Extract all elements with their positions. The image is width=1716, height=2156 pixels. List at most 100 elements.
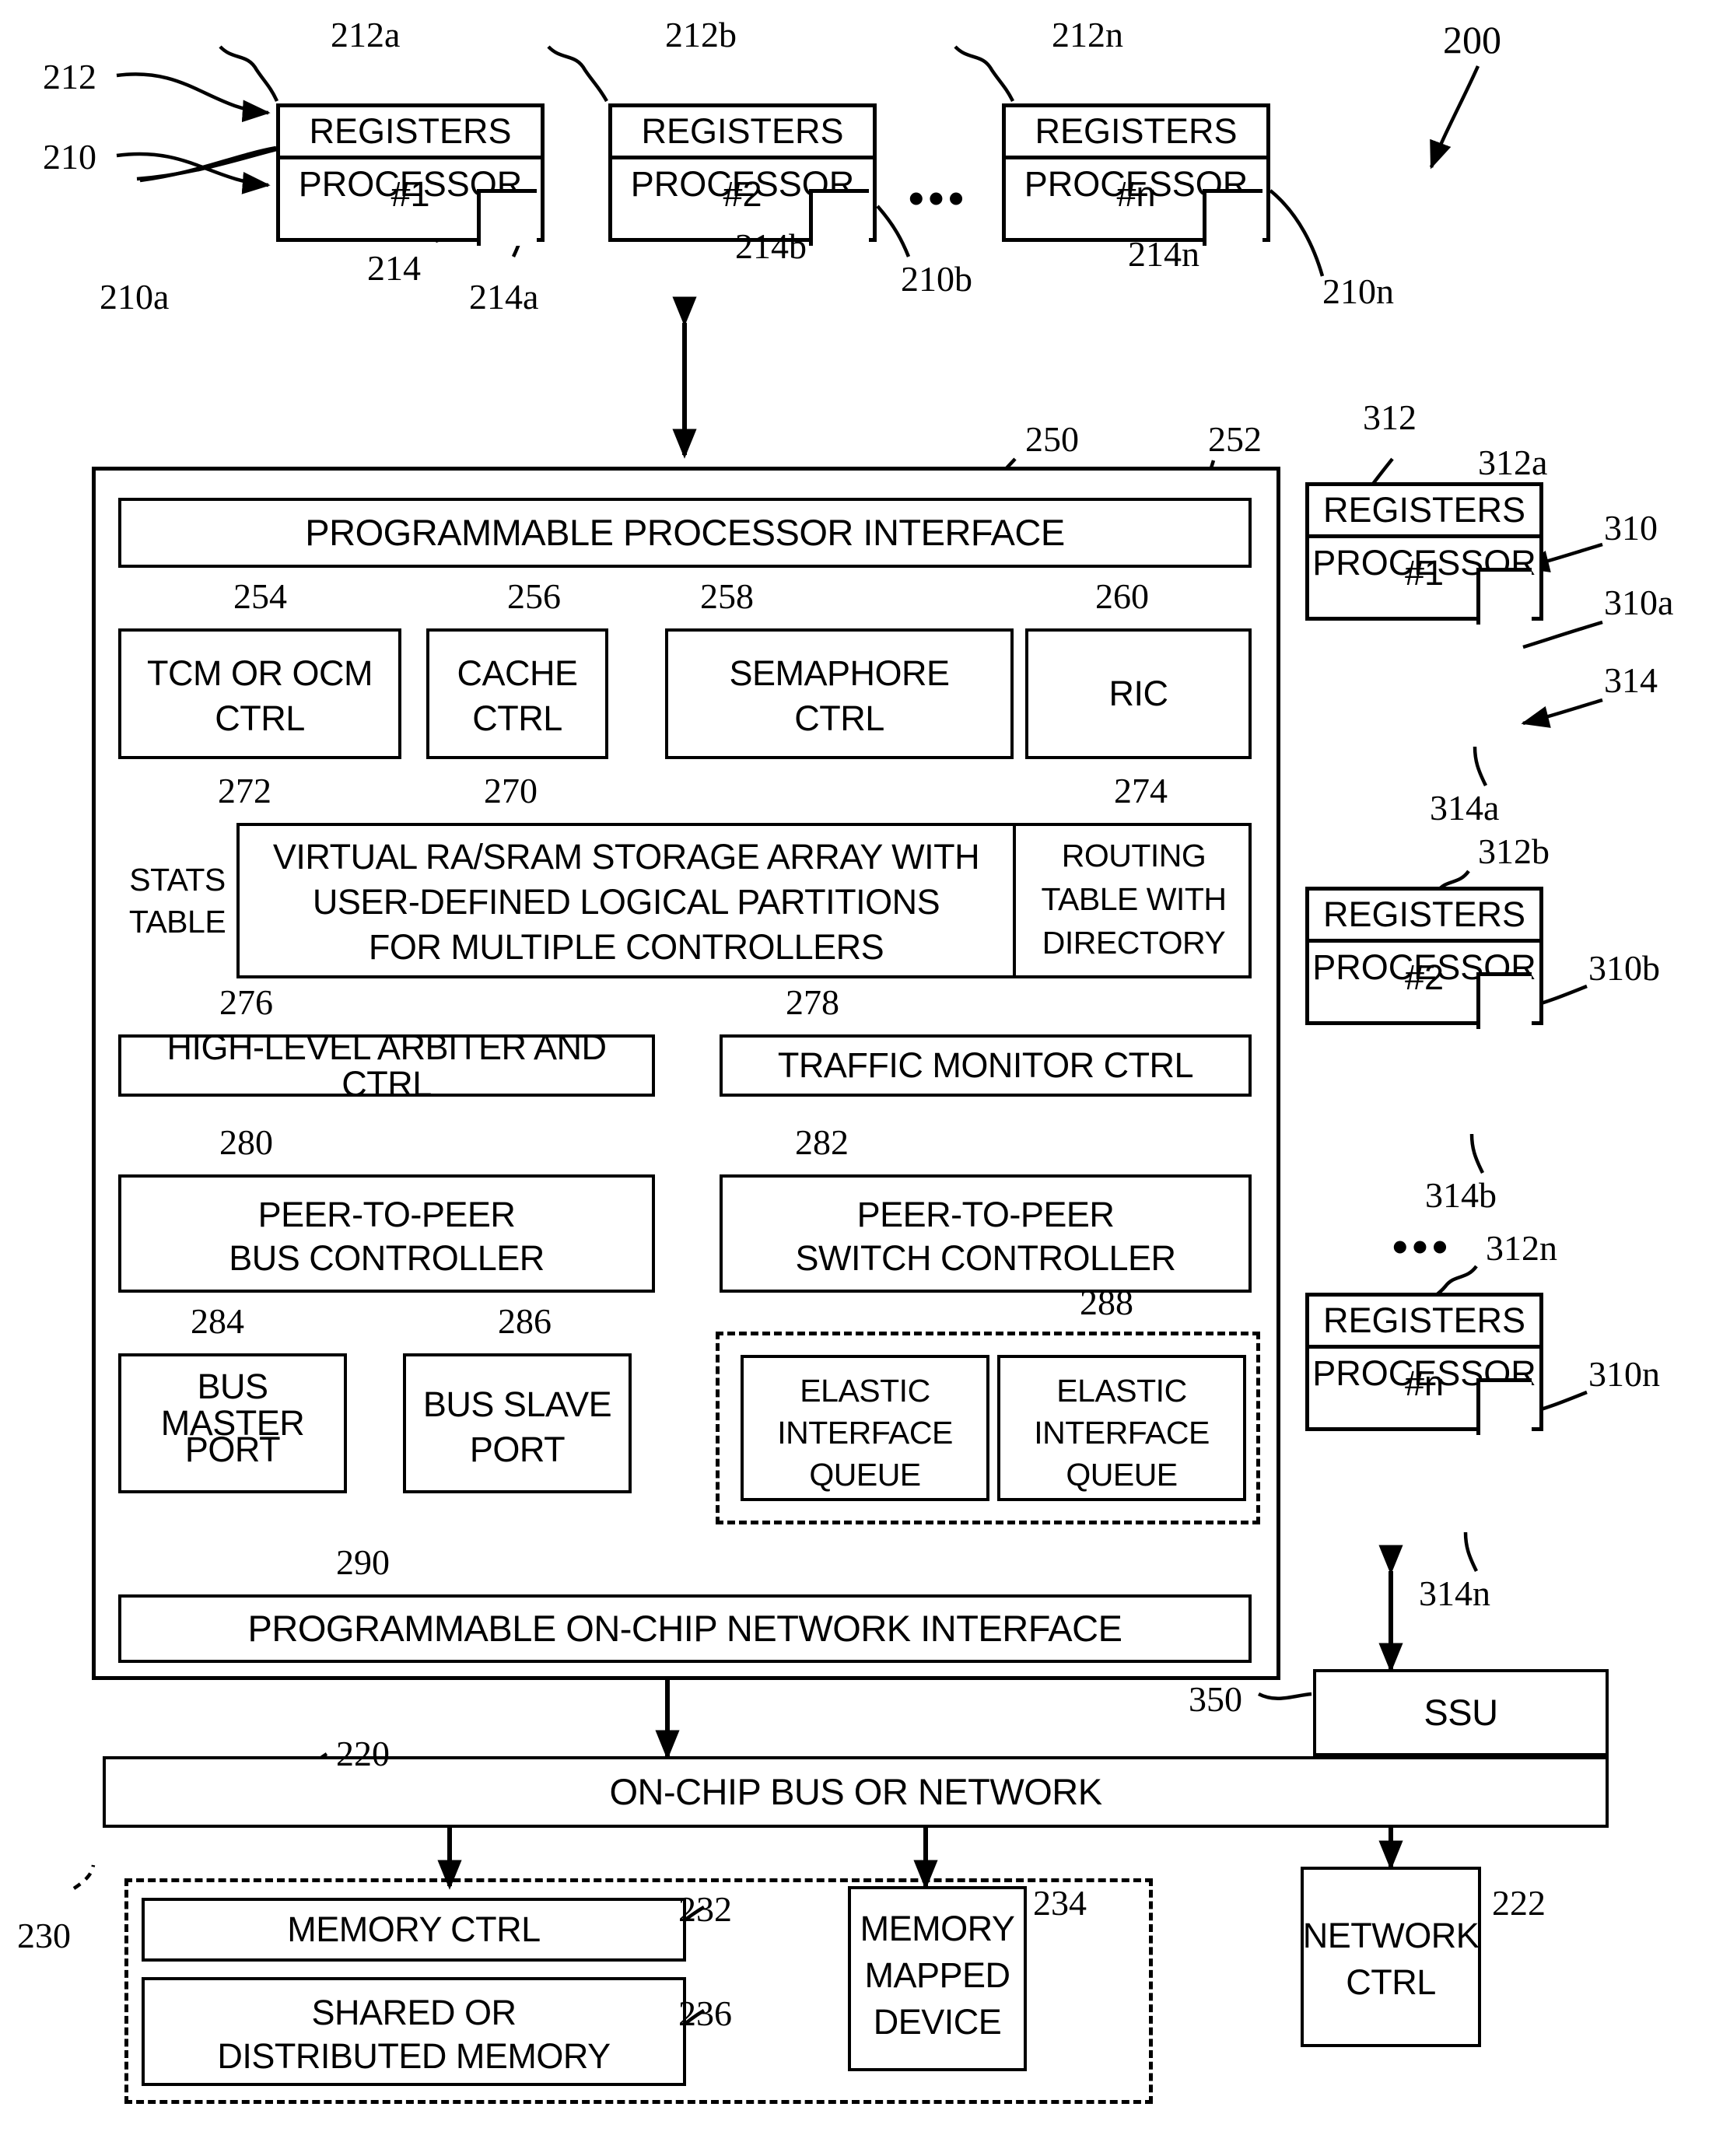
tcm-or-ocm-ctrl[interactable]: TCM OR OCM CTRL: [118, 628, 401, 759]
programmable-on-chip-network-interface-label: PROGRAMMABLE ON-CHIP NETWORK INTERFACE: [247, 1608, 1122, 1650]
ref-314: 314: [1604, 660, 1658, 700]
virtual-storage-array-line1: VIRTUAL RA/SRAM STORAGE ARRAY WITH: [272, 837, 980, 877]
right-processor-2-port[interactable]: [1476, 972, 1532, 1029]
routing-table-with-directory[interactable]: ROUTING TABLE WITH DIRECTORY: [1016, 823, 1252, 978]
registers-label: REGISTERS: [1309, 486, 1539, 538]
registers-label: REGISTERS: [1006, 107, 1266, 159]
peer-to-peer-bus-controller[interactable]: PEER-TO-PEER BUS CONTROLLER: [118, 1174, 655, 1293]
ssu-block[interactable]: SSU: [1313, 1669, 1609, 1756]
on-chip-bus-or-network[interactable]: ON-CHIP BUS OR NETWORK: [103, 1756, 1609, 1828]
high-level-arbiter-label: HIGH-LEVEL ARBITER AND CTRL: [166, 1027, 608, 1104]
right-processor-n-port[interactable]: [1476, 1378, 1532, 1435]
elastic-interface-queue-2-line2: INTERFACE: [1034, 1415, 1210, 1451]
on-chip-bus-label: ON-CHIP BUS OR NETWORK: [609, 1771, 1102, 1813]
ref-312b: 312b: [1478, 831, 1550, 871]
top-processors-ellipsis: •••: [909, 173, 968, 222]
ref-210: 210: [43, 137, 96, 177]
registers-label: REGISTERS: [280, 107, 541, 159]
traffic-monitor-ctrl-label: TRAFFIC MONITOR CTRL: [777, 1045, 1194, 1086]
registers-label: REGISTERS: [1309, 1297, 1539, 1349]
network-ctrl-line1: NETWORK: [1302, 1916, 1480, 1956]
ref-288: 288: [1080, 1283, 1133, 1322]
ssu-label: SSU: [1424, 1692, 1498, 1734]
virtual-storage-array[interactable]: VIRTUAL RA/SRAM STORAGE ARRAY WITH USER-…: [240, 823, 1013, 978]
programmable-processor-interface[interactable]: PROGRAMMABLE PROCESSOR INTERFACE: [118, 498, 1252, 568]
tcm-or-ocm-ctrl-line2: CTRL: [215, 698, 305, 739]
stats-table-line2: TABLE: [128, 904, 226, 940]
ref-310: 310: [1604, 508, 1658, 548]
routing-table-line2: TABLE WITH: [1041, 881, 1227, 918]
ref-252: 252: [1208, 419, 1262, 459]
network-ctrl-line2: CTRL: [1346, 1962, 1436, 2003]
bus-master-port-line1: BUS MASTER: [160, 1366, 305, 1443]
ref-286: 286: [498, 1301, 552, 1341]
virtual-storage-array-line3: FOR MULTIPLE CONTROLLERS: [368, 927, 884, 968]
patent-figure-canvas: REGISTERS PROCESSOR #1 REGISTERS PROCESS…: [0, 0, 1716, 2156]
ref-312a: 312a: [1478, 443, 1548, 482]
elastic-interface-queue-1-line3: QUEUE: [809, 1457, 921, 1493]
ref-212n: 212n: [1052, 15, 1123, 54]
top-processor-1-port[interactable]: [477, 189, 537, 246]
ref-290: 290: [336, 1542, 390, 1582]
ref-310n: 310n: [1588, 1354, 1660, 1394]
ref-280: 280: [219, 1122, 273, 1162]
registers-label: REGISTERS: [1309, 891, 1539, 943]
memory-ctrl[interactable]: MEMORY CTRL: [142, 1898, 686, 1962]
bus-master-port[interactable]: BUS MASTER PORT: [118, 1353, 347, 1493]
ref-314n: 314n: [1419, 1573, 1490, 1613]
programmable-processor-interface-label: PROGRAMMABLE PROCESSOR INTERFACE: [305, 512, 1065, 554]
high-level-arbiter-and-ctrl[interactable]: HIGH-LEVEL ARBITER AND CTRL: [118, 1027, 655, 1104]
ref-276: 276: [219, 982, 273, 1022]
ref-234: 234: [1033, 1883, 1087, 1923]
ref-314b: 314b: [1425, 1175, 1497, 1215]
top-processor-2-port[interactable]: [809, 189, 869, 246]
ref-250: 250: [1025, 419, 1079, 459]
right-processors-ellipsis: •••: [1392, 1222, 1452, 1271]
shared-memory-line2: DISTRIBUTED MEMORY: [217, 2036, 611, 2077]
memory-mapped-device-line1: MEMORY: [860, 1909, 1015, 1949]
ref-274: 274: [1114, 771, 1168, 810]
ref-230: 230: [17, 1916, 71, 1955]
programmable-on-chip-network-interface[interactable]: PROGRAMMABLE ON-CHIP NETWORK INTERFACE: [118, 1594, 1252, 1663]
elastic-interface-queue-1[interactable]: ELASTIC INTERFACE QUEUE: [741, 1355, 989, 1501]
elastic-interface-queue-1-line1: ELASTIC: [800, 1373, 930, 1409]
ref-232: 232: [678, 1889, 732, 1929]
network-ctrl[interactable]: NETWORK CTRL: [1301, 1867, 1481, 2047]
cache-ctrl-line1: CACHE: [457, 653, 578, 694]
semaphore-ctrl-line2: CTRL: [794, 698, 884, 739]
ref-270: 270: [484, 771, 538, 810]
memory-mapped-device-line3: DEVICE: [873, 2002, 1002, 2042]
memory-mapped-device-line2: MAPPED: [864, 1955, 1010, 1996]
ref-278: 278: [786, 982, 839, 1022]
cache-ctrl[interactable]: CACHE CTRL: [426, 628, 608, 759]
stats-table[interactable]: STATS TABLE: [118, 823, 236, 978]
ref-350: 350: [1189, 1679, 1242, 1719]
peer-to-peer-switch-controller[interactable]: PEER-TO-PEER SWITCH CONTROLLER: [720, 1174, 1252, 1293]
ref-282: 282: [795, 1122, 849, 1162]
ref-210b: 210b: [901, 259, 972, 299]
peer-to-peer-bus-controller-line1: PEER-TO-PEER: [257, 1195, 516, 1235]
bus-slave-port[interactable]: BUS SLAVE PORT: [403, 1353, 632, 1493]
memory-mapped-device[interactable]: MEMORY MAPPED DEVICE: [848, 1886, 1027, 2071]
tcm-or-ocm-ctrl-line1: TCM OR OCM: [147, 653, 373, 694]
ref-312n: 312n: [1486, 1228, 1557, 1268]
memory-ctrl-label: MEMORY CTRL: [287, 1909, 541, 1950]
peer-to-peer-bus-controller-line2: BUS CONTROLLER: [229, 1238, 545, 1279]
right-processor-1-port[interactable]: [1476, 568, 1532, 625]
routing-table-line3: DIRECTORY: [1042, 925, 1226, 961]
top-processor-n-port[interactable]: [1203, 189, 1262, 246]
traffic-monitor-ctrl[interactable]: TRAFFIC MONITOR CTRL: [720, 1034, 1252, 1097]
ref-256: 256: [507, 576, 561, 616]
ref-214n: 214n: [1128, 234, 1199, 274]
semaphore-ctrl-line1: SEMAPHORE: [729, 653, 950, 694]
shared-or-distributed-memory[interactable]: SHARED OR DISTRIBUTED MEMORY: [142, 1977, 686, 2086]
routing-table-line1: ROUTING: [1061, 838, 1206, 874]
semaphore-ctrl[interactable]: SEMAPHORE CTRL: [665, 628, 1014, 759]
ric-block[interactable]: RIC: [1025, 628, 1252, 759]
ref-284: 284: [191, 1301, 244, 1341]
ref-210n: 210n: [1322, 271, 1394, 311]
ref-210a: 210a: [100, 277, 170, 317]
elastic-interface-queue-2[interactable]: ELASTIC INTERFACE QUEUE: [997, 1355, 1246, 1501]
ref-312: 312: [1363, 397, 1417, 437]
ref-258: 258: [700, 576, 754, 616]
